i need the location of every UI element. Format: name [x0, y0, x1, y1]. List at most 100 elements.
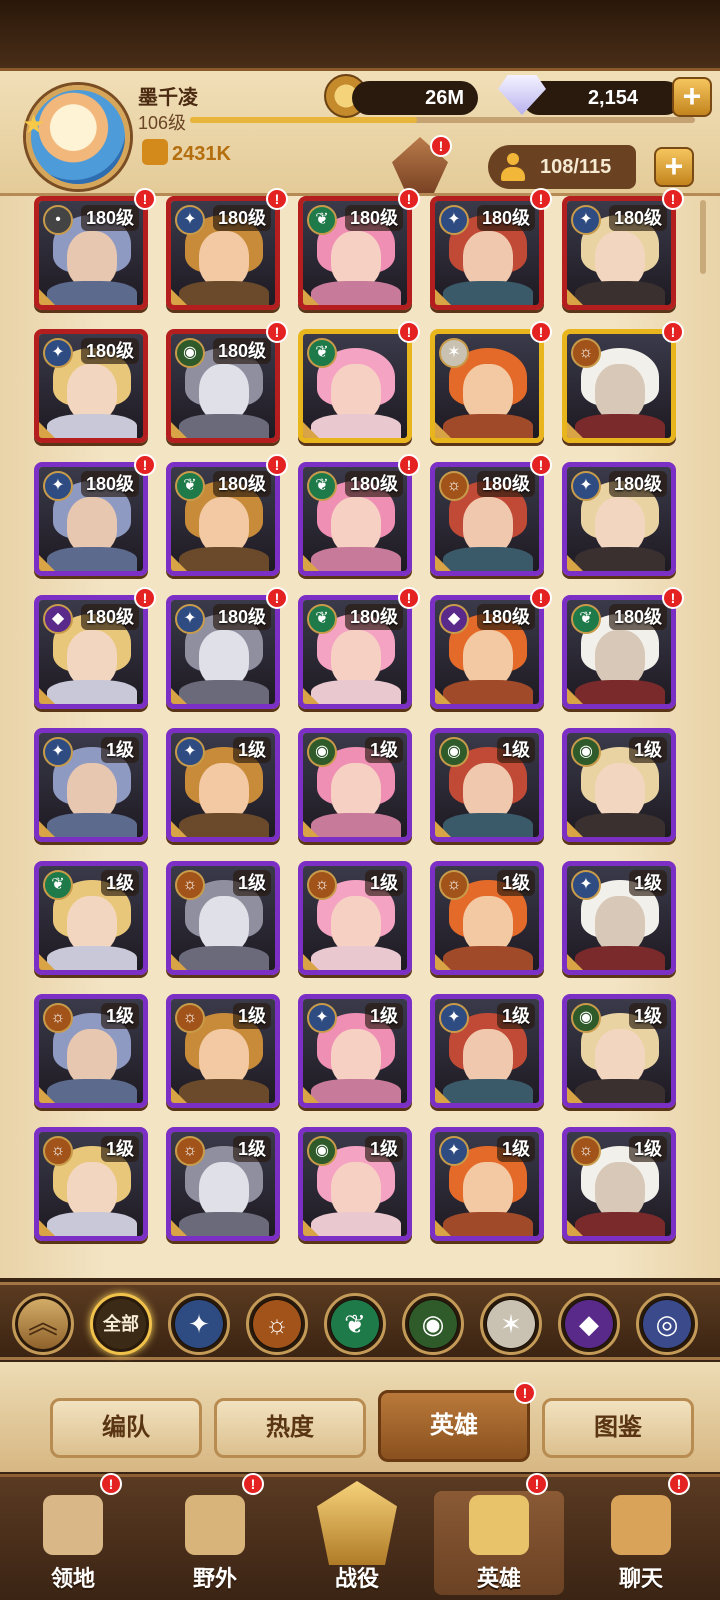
hero-alert-badge: ! — [134, 454, 156, 476]
hero-card[interactable]: ❦ 180级 — [298, 196, 412, 310]
hero-card[interactable]: ✦ 1级 — [34, 728, 148, 842]
hero-card[interactable]: ☼ 1级 — [166, 1127, 280, 1241]
hero-alert-badge: ! — [266, 587, 288, 609]
hero-card[interactable]: ◆ 180级 — [430, 595, 544, 709]
hero-card[interactable]: ◉ 1级 — [298, 1127, 412, 1241]
hero-card[interactable]: ✦ 180级 — [166, 595, 280, 709]
hero-card[interactable]: ☼ 1级 — [562, 1127, 676, 1241]
hero-card[interactable]: ❦ 180级 — [166, 462, 280, 576]
power-display: 2431K — [142, 139, 231, 166]
hero-card[interactable]: ☼ — [562, 329, 676, 443]
hero-body — [179, 281, 269, 305]
nav-helmet[interactable]: 英雄 — [434, 1491, 564, 1595]
hero-card[interactable]: ✶ — [430, 329, 544, 443]
graveborn-icon: ◉ — [307, 737, 337, 767]
subtab-3[interactable]: 图鉴 — [542, 1398, 694, 1458]
hypogean-icon[interactable]: ◆ — [558, 1293, 620, 1355]
hero-card[interactable]: • 180级 — [34, 196, 148, 310]
celestial-icon[interactable]: ✶ — [480, 1293, 542, 1355]
hero-card[interactable]: ☼ 180级 — [430, 462, 544, 576]
subtab-1[interactable]: 热度 — [214, 1398, 366, 1458]
hero-level: 1级 — [100, 737, 139, 763]
hero-card[interactable]: ❦ 180级 — [298, 462, 412, 576]
hero-card[interactable]: ☼ 1级 — [430, 861, 544, 975]
hero-card[interactable]: ✦ 1级 — [430, 1127, 544, 1241]
hero-card[interactable]: ◉ 1级 — [562, 728, 676, 842]
hero-card[interactable]: ❦ 1级 — [34, 861, 148, 975]
hero-card[interactable]: ✦ 180级 — [562, 196, 676, 310]
hero-card[interactable]: ☼ 1级 — [166, 861, 280, 975]
subtab-2[interactable]: 英雄 — [378, 1390, 530, 1462]
hero-card[interactable]: ✦ 1级 — [166, 728, 280, 842]
hero-face — [67, 763, 117, 819]
helmet-icon — [469, 1495, 529, 1555]
hero-card[interactable]: ◉ 1级 — [298, 728, 412, 842]
hero-body — [311, 414, 401, 438]
hero-face — [463, 763, 513, 819]
collapse-up-icon[interactable]: ︽ — [12, 1293, 74, 1355]
hero-level: 180级 — [608, 604, 667, 630]
scrollbar[interactable] — [700, 200, 706, 274]
hero-level: 1级 — [364, 737, 403, 763]
player-level: 106级 — [138, 113, 187, 133]
hero-card[interactable]: ❦ 180级 — [298, 595, 412, 709]
lightbearer-icon: ✦ — [439, 1136, 469, 1166]
filter-all-button[interactable]: 全部 — [90, 1293, 152, 1355]
wilder-icon[interactable]: ❦ — [324, 1293, 386, 1355]
hero-level: 180级 — [212, 471, 271, 497]
hero-face — [595, 630, 645, 686]
nav-castle[interactable]: 领地 — [8, 1491, 138, 1595]
nav-campaign-crest[interactable]: 战役 — [292, 1481, 422, 1595]
hero-card[interactable]: ✦ 180级 — [562, 462, 676, 576]
hero-body — [443, 813, 533, 837]
add-gems-button[interactable]: + — [672, 77, 712, 117]
hero-body — [179, 547, 269, 571]
gem-amount: 2,154 — [522, 81, 682, 115]
hero-card[interactable]: ◉ 1级 — [430, 728, 544, 842]
hero-card[interactable]: ❦ 180级 — [562, 595, 676, 709]
hero-level: 180级 — [344, 471, 403, 497]
hero-face — [67, 231, 117, 287]
hero-card[interactable]: ✦ 1级 — [562, 861, 676, 975]
hero-level: 1级 — [100, 870, 139, 896]
hero-card[interactable]: ✦ 180级 — [430, 196, 544, 310]
hero-card[interactable]: ❦ — [298, 329, 412, 443]
graveborn-icon[interactable]: ◉ — [402, 1293, 464, 1355]
nav-label: 聊天 — [618, 1566, 663, 1591]
hero-card[interactable]: ✦ 180级 — [34, 462, 148, 576]
hero-card[interactable]: ◉ 1级 — [562, 994, 676, 1108]
hero-alert-badge: ! — [530, 188, 552, 210]
hero-level: 180级 — [212, 338, 271, 364]
hero-card[interactable]: ☼ 1级 — [34, 994, 148, 1108]
hero-card[interactable]: ✦ 180级 — [166, 196, 280, 310]
hero-face — [199, 1162, 249, 1218]
hero-alert-badge: ! — [398, 321, 420, 343]
hero-card[interactable]: ✦ 1级 — [298, 994, 412, 1108]
hero-card[interactable]: ☼ 1级 — [298, 861, 412, 975]
hero-card[interactable]: ☼ 1级 — [34, 1127, 148, 1241]
map-scroll-icon — [185, 1495, 245, 1555]
hero-face — [67, 630, 117, 686]
hero-card[interactable]: ✦ 180级 — [34, 329, 148, 443]
hero-body — [47, 680, 137, 704]
nav-chat-bubble[interactable]: 聊天 — [576, 1491, 706, 1595]
expand-capacity-button[interactable]: + — [654, 147, 694, 187]
lightbearer-icon[interactable]: ✦ — [168, 1293, 230, 1355]
hero-face — [331, 763, 381, 819]
nav-map-scroll[interactable]: 野外 — [150, 1491, 280, 1595]
lightbearer-icon: ✦ — [439, 205, 469, 235]
hero-card[interactable]: ◆ 180级 — [34, 595, 148, 709]
mauler-icon[interactable]: ☼ — [246, 1293, 308, 1355]
mauler-icon: ☼ — [43, 1003, 73, 1033]
hero-card[interactable]: ◉ 180级 — [166, 329, 280, 443]
hero-face — [463, 630, 513, 686]
hero-body — [311, 813, 401, 837]
hero-card[interactable]: ☼ 1级 — [166, 994, 280, 1108]
hero-body — [311, 680, 401, 704]
hero-face — [199, 896, 249, 952]
hero-body — [575, 414, 665, 438]
subtab-0[interactable]: 编队 — [50, 1398, 202, 1458]
hero-card[interactable]: ✦ 1级 — [430, 994, 544, 1108]
lightbearer-icon: ✦ — [571, 870, 601, 900]
dimensional-icon[interactable]: ◎ — [636, 1293, 698, 1355]
